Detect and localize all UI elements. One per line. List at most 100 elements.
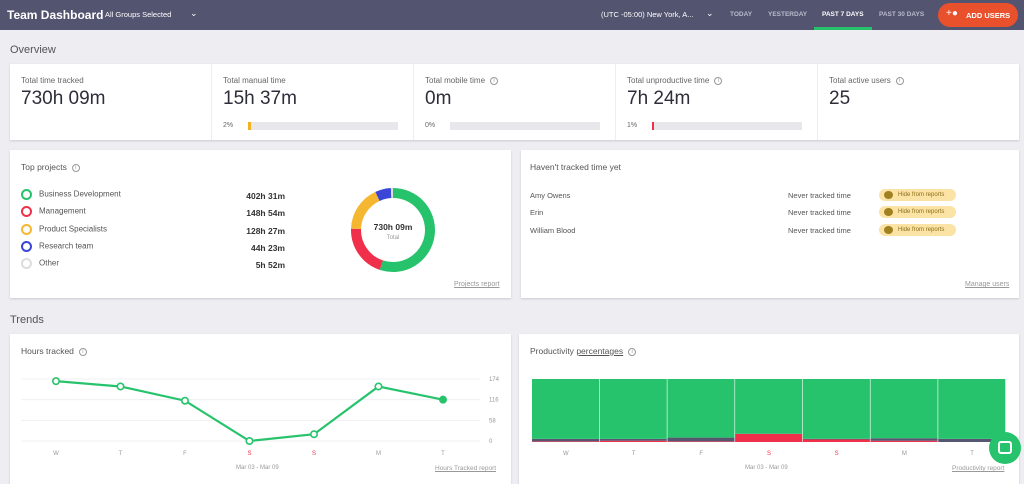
data-point[interactable] bbox=[311, 431, 317, 437]
project-name: Product Specialists bbox=[39, 224, 107, 233]
top-bar: Team Dashboard All Groups Selected ⌄ (UT… bbox=[0, 0, 1024, 30]
productive-segment[interactable] bbox=[871, 379, 938, 438]
range-past-30-days[interactable]: PAST 30 DAYS bbox=[879, 11, 924, 18]
project-item[interactable]: Management bbox=[21, 206, 86, 217]
info-icon[interactable]: i bbox=[72, 164, 80, 172]
manual-progress-bar bbox=[248, 122, 398, 130]
add-user-icon: +● bbox=[946, 8, 958, 19]
overview-heading: Overview bbox=[10, 44, 56, 56]
chevron-down-icon[interactable]: ⌄ bbox=[706, 8, 714, 19]
add-users-label: ADD USERS bbox=[966, 11, 1010, 20]
productive-segment[interactable] bbox=[532, 379, 599, 439]
data-point[interactable] bbox=[117, 383, 123, 389]
stat-manual-time: Total manual time 15h 37m 2% bbox=[212, 64, 414, 140]
productivity-stacked-chart: WTFSSMT bbox=[512, 370, 1024, 462]
info-icon[interactable]: i bbox=[714, 77, 722, 85]
stat-value: 0m bbox=[425, 88, 451, 110]
user-status: Never tracked time bbox=[788, 226, 851, 235]
neutral-segment[interactable] bbox=[532, 439, 599, 442]
productive-segment[interactable] bbox=[600, 379, 667, 439]
stat-percent: 2% bbox=[223, 122, 233, 129]
stat-label: Total active usersi bbox=[829, 76, 904, 85]
data-point[interactable] bbox=[440, 396, 446, 402]
donut-slice[interactable] bbox=[377, 193, 391, 196]
x-tick-label: S bbox=[312, 451, 316, 457]
unproductive-segment[interactable] bbox=[735, 434, 802, 442]
productive-segment[interactable] bbox=[938, 379, 1005, 439]
unproductive-progress-bar bbox=[652, 122, 802, 130]
stat-label: Total manual time bbox=[223, 76, 286, 85]
neutral-segment[interactable] bbox=[667, 438, 734, 442]
info-icon[interactable]: i bbox=[490, 77, 498, 85]
hide-from-reports-button[interactable]: Hide from reports bbox=[879, 224, 956, 236]
neutral-segment[interactable] bbox=[871, 438, 938, 441]
data-point[interactable] bbox=[246, 438, 252, 444]
productive-segment[interactable] bbox=[667, 379, 734, 438]
info-icon[interactable]: i bbox=[896, 77, 904, 85]
unproductive-segment[interactable] bbox=[532, 441, 599, 442]
percentages-link[interactable]: percentages bbox=[576, 346, 623, 356]
user-status: Never tracked time bbox=[788, 208, 851, 217]
chat-widget-button[interactable] bbox=[989, 432, 1021, 464]
unproductive-segment[interactable] bbox=[667, 441, 734, 442]
y-tick-label: 0 bbox=[489, 439, 493, 445]
range-today[interactable]: TODAY bbox=[730, 11, 752, 18]
trends-heading: Trends bbox=[10, 314, 44, 326]
stat-active-users: Total active usersi 25 bbox=[818, 64, 1019, 140]
user-name: Erin bbox=[530, 208, 543, 217]
unproductive-segment[interactable] bbox=[803, 439, 870, 442]
x-tick-label: S bbox=[767, 451, 771, 457]
x-tick-label: W bbox=[563, 451, 569, 457]
hide-from-reports-button[interactable]: Hide from reports bbox=[879, 206, 956, 218]
donut-total-label: Total bbox=[358, 235, 428, 241]
productive-segment[interactable] bbox=[735, 379, 802, 434]
project-item[interactable]: Research team bbox=[21, 241, 93, 252]
data-point[interactable] bbox=[375, 383, 381, 389]
unproductive-segment[interactable] bbox=[871, 441, 938, 442]
chat-icon bbox=[998, 441, 1012, 454]
hours-report-link[interactable]: Hours Tracked report bbox=[435, 465, 496, 472]
projects-report-link[interactable]: Projects report bbox=[454, 281, 500, 288]
project-time: 128h 27m bbox=[185, 226, 285, 236]
x-tick-label: S bbox=[835, 451, 839, 457]
stat-percent: 1% bbox=[627, 122, 637, 129]
project-item[interactable]: Product Specialists bbox=[21, 224, 107, 235]
range-yesterday[interactable]: YESTERDAY bbox=[768, 11, 807, 18]
hide-from-reports-button[interactable]: Hide from reports bbox=[879, 189, 956, 201]
app-title: Team Dashboard bbox=[7, 8, 103, 22]
timezone-select[interactable]: (UTC -05:00) New York, A... bbox=[601, 10, 694, 19]
info-icon[interactable]: i bbox=[79, 348, 87, 356]
group-select[interactable]: All Groups Selected bbox=[105, 10, 171, 19]
data-point[interactable] bbox=[182, 398, 188, 404]
user-name: William Blood bbox=[530, 226, 575, 235]
x-tick-label: M bbox=[376, 451, 381, 457]
chevron-down-icon[interactable]: ⌄ bbox=[190, 8, 198, 19]
neutral-segment[interactable] bbox=[600, 439, 667, 441]
x-tick-label: T bbox=[441, 451, 445, 457]
eye-off-icon bbox=[884, 226, 893, 234]
unproductive-segment[interactable] bbox=[600, 441, 667, 442]
project-name: Business Development bbox=[39, 190, 121, 199]
project-item[interactable]: Other bbox=[21, 258, 59, 269]
data-point[interactable] bbox=[53, 378, 59, 384]
stat-value: 730h 09m bbox=[21, 88, 106, 110]
x-tick-label: W bbox=[53, 451, 59, 457]
range-past-7-days[interactable]: PAST 7 DAYS bbox=[822, 11, 864, 18]
y-tick-label: 116 bbox=[489, 398, 499, 404]
stat-value: 15h 37m bbox=[223, 88, 297, 110]
productivity-report-link[interactable]: Productivity report bbox=[952, 465, 1004, 472]
project-time: 44h 23m bbox=[185, 243, 285, 253]
x-tick-label: F bbox=[699, 451, 703, 457]
project-time: 5h 52m bbox=[185, 260, 285, 270]
user-name: Amy Owens bbox=[530, 191, 570, 200]
manage-users-link[interactable]: Manage users bbox=[965, 281, 1009, 288]
productive-segment[interactable] bbox=[803, 379, 870, 439]
add-users-button[interactable]: +● ADD USERS bbox=[938, 3, 1018, 27]
stat-unproductive-time: Total unproductive timei 7h 24m 1% bbox=[616, 64, 818, 140]
info-icon[interactable]: i bbox=[628, 348, 636, 356]
untracked-title: Haven't tracked time yet bbox=[530, 162, 621, 172]
project-item[interactable]: Business Development bbox=[21, 189, 121, 200]
stat-total-time: Total time tracked 730h 09m bbox=[10, 64, 212, 140]
neutral-segment[interactable] bbox=[803, 439, 870, 440]
user-status: Never tracked time bbox=[788, 191, 851, 200]
